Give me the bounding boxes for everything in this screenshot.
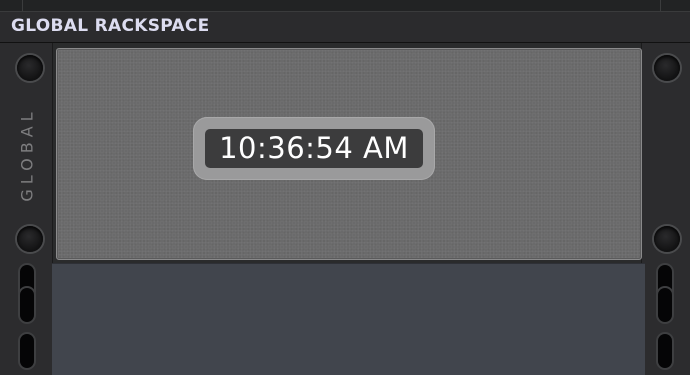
- global-side-label-text: GLOBAL: [17, 106, 37, 202]
- toolbar-divider: [660, 0, 661, 11]
- rack-slot-hole: [20, 334, 34, 368]
- global-side-label: GLOBAL: [7, 94, 47, 214]
- top-toolbar-strip: [0, 0, 690, 12]
- rack-rail-right: [641, 43, 690, 375]
- screw-icon: [17, 226, 43, 252]
- rackspace-title: GLOBAL RACKSPACE: [11, 16, 210, 36]
- rack-slot-hole: [20, 288, 34, 322]
- empty-rack-area[interactable]: [52, 263, 645, 375]
- clock-time-display: 10:36:54 AM: [205, 129, 423, 168]
- rack-slot-hole: [658, 334, 672, 368]
- screw-icon: [654, 226, 680, 252]
- global-panel[interactable]: 10:36:54 AM: [56, 48, 642, 260]
- clock-widget[interactable]: 10:36:54 AM: [193, 117, 435, 180]
- screw-icon: [17, 55, 43, 81]
- screw-icon: [654, 55, 680, 81]
- global-rackspace-window: GLOBAL RACKSPACE GLOBAL 10:36:54 AM: [0, 0, 690, 375]
- rackspace-header: GLOBAL RACKSPACE: [0, 12, 690, 43]
- toolbar-divider: [22, 0, 23, 11]
- rack-slot-hole: [658, 288, 672, 322]
